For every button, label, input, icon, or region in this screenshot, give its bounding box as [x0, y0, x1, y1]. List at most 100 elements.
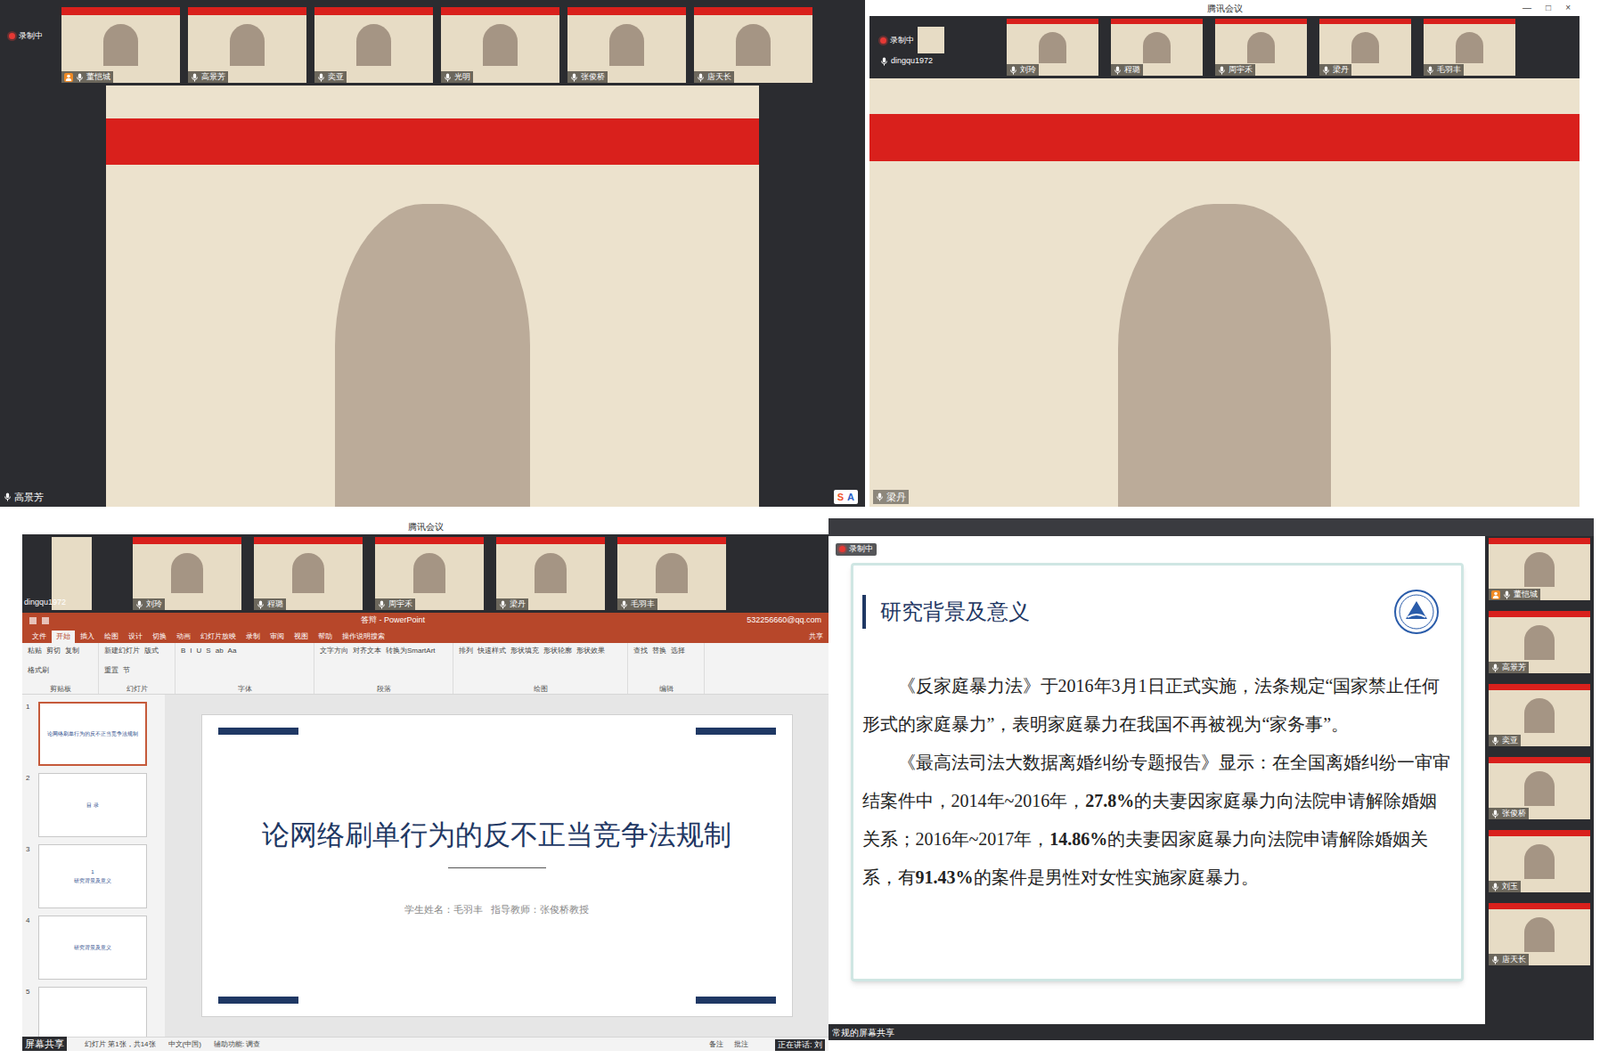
ribbon-button[interactable]: 文字方向 [319, 645, 349, 685]
ribbon-button[interactable]: 排列 [458, 645, 474, 685]
ribbon-button[interactable]: 形状填充 [510, 645, 539, 685]
ribbon-tab[interactable]: 录制 [241, 630, 265, 644]
ribbon-button[interactable]: 形状效果 [576, 645, 605, 685]
ribbon-button[interactable]: 替换 [652, 645, 667, 685]
ribbon-tab[interactable]: 文件 [27, 630, 51, 644]
ribbon-button[interactable]: 转换为SmartArt [385, 645, 436, 685]
participant-video[interactable]: 张俊桥 [1488, 757, 1591, 820]
slide-thumbnail[interactable]: 1论网络刷单行为的反不正当竞争法规制 [25, 702, 156, 767]
ime-toolbar[interactable]: SA [833, 489, 858, 506]
participant-video[interactable]: 刘玲 [132, 537, 242, 611]
ribbon-button[interactable]: 查找 [633, 645, 648, 685]
ribbon-tab[interactable]: 动画 [171, 630, 196, 644]
banner-strip [132, 537, 242, 545]
participant-video[interactable]: 毛羽丰 [617, 537, 727, 611]
recording-badge: 录制中 [8, 7, 54, 43]
meeting-screen-4: 录制中研究背景及意义《反家庭暴力法》于2016年3月1日正式实施，法条规定“国家… [828, 518, 1594, 1041]
slide-thumbnail[interactable]: 31研究背景及意义 [25, 844, 156, 909]
participant-strip: 录制中董恺城高景芳奕亚光明 张俊桥唐天长 [0, 0, 866, 86]
participant-figure [413, 553, 447, 594]
ppt-body: 1论网络刷单行为的反不正当竞争法规制2目 录31研究背景及意义4研究背景及意义 5… [22, 694, 829, 1037]
university-logo-icon [1393, 588, 1440, 636]
ribbon-button[interactable]: 剪切 [46, 645, 61, 665]
participant-video[interactable]: 奕亚 [314, 7, 433, 83]
ribbon-tab[interactable]: 插入 [75, 630, 99, 644]
ribbon-button[interactable]: U [196, 645, 203, 685]
ribbon-button[interactable]: 节 [122, 665, 131, 685]
ribbon-button[interactable]: 快速样式 [477, 645, 507, 685]
recording-dot [8, 32, 16, 40]
participant-video[interactable]: 唐天长 [1488, 903, 1591, 966]
ribbon-tab[interactable]: 操作说明搜索 [337, 630, 390, 644]
banner-strip [496, 537, 605, 545]
participant-label: 梁丹 [1319, 64, 1352, 76]
banner-strip [1215, 18, 1307, 25]
share-button[interactable]: 共享 [808, 630, 824, 644]
participant-video[interactable]: 刘玲 [1006, 18, 1099, 76]
participant-video[interactable]: 张俊桥 [567, 7, 686, 83]
ribbon-button[interactable]: Aa [228, 645, 237, 685]
microphone-icon [1113, 65, 1122, 75]
ribbon-tab[interactable]: 切换 [147, 630, 172, 644]
participant-video[interactable]: 董恺城 [1488, 538, 1591, 601]
ribbon-button[interactable]: I [189, 645, 192, 685]
participant-label: 光明 [440, 71, 474, 83]
ribbon-tab[interactable]: 开始 [51, 630, 75, 644]
ribbon-button[interactable]: 格式刷 [27, 665, 49, 685]
participant-video[interactable]: 梁丹 [496, 537, 605, 611]
ribbon-button[interactable]: S [205, 645, 211, 685]
participant-video[interactable]: 高景芳 [187, 7, 307, 83]
slide-thumbnails: 1论网络刷单行为的反不正当竞争法规制2目 录31研究背景及意义4研究背景及意义 5 [22, 694, 165, 1037]
participant-label: 毛羽丰 [617, 598, 658, 611]
status-button[interactable]: 备注 [709, 1039, 724, 1051]
ribbon-tab[interactable]: 审阅 [265, 630, 289, 644]
microphone-icon [696, 73, 705, 82]
ribbon-tab[interactable]: 绘图 [99, 630, 123, 644]
participant-figure [1524, 917, 1555, 953]
ribbon-tab[interactable]: 幻灯片放映 [195, 630, 241, 644]
participant-video[interactable]: 董恺城 [61, 7, 180, 83]
ribbon-button[interactable]: B [180, 645, 186, 685]
window-control-button[interactable]: × [1565, 0, 1571, 17]
participant-video[interactable]: 周宇禾 [1215, 18, 1307, 76]
participant-video[interactable]: 刘玉 [1488, 830, 1591, 893]
window-control-button[interactable]: □ [1545, 0, 1552, 17]
ribbon-button[interactable]: 复制 [65, 645, 80, 665]
ribbon-button[interactable]: 重置 [104, 665, 119, 685]
participant-video[interactable]: 奕亚 [1488, 684, 1591, 747]
participant-video[interactable]: 毛羽丰 [1423, 18, 1516, 76]
slide-thumbnail[interactable]: 4研究背景及意义 [25, 915, 156, 980]
microphone-icon [1491, 955, 1500, 965]
ribbon-button[interactable]: 形状轮廓 [543, 645, 572, 685]
participant-column: 董恺城高景芳奕亚张俊桥刘玉唐天长 [1485, 536, 1594, 1025]
ribbon-button[interactable]: 选择 [670, 645, 686, 685]
participant-video[interactable]: 程璐 [1110, 18, 1203, 76]
participant-video[interactable]: 周宇禾 [375, 537, 484, 611]
status-button[interactable]: 批注 [734, 1039, 749, 1051]
slide: 论网络刷单行为的反不正当竞争法规制学生姓名：毛羽丰 指导教师：张俊桥教授 [201, 714, 793, 1018]
slide-thumbnail[interactable]: 2目 录 [25, 773, 156, 838]
ribbon-button[interactable]: 粘贴 [27, 645, 42, 665]
microphone-icon [498, 600, 507, 610]
share-label: 屏幕共享 [22, 1036, 67, 1053]
ribbon-tab[interactable]: 帮助 [313, 630, 337, 644]
ribbon-button[interactable]: 版式 [144, 645, 159, 665]
participant-video[interactable]: 梁丹 [1319, 18, 1412, 76]
microphone-icon [875, 492, 884, 502]
microphone-icon [75, 73, 84, 82]
slide-thumbnail[interactable]: 5 [25, 987, 156, 1037]
banner-strip [1488, 611, 1591, 618]
microphone-icon [1322, 65, 1331, 75]
ribbon-tab[interactable]: 设计 [123, 630, 147, 644]
ribbon-tab[interactable]: 视图 [289, 630, 313, 644]
speaker-label: 梁丹 [873, 489, 909, 506]
window-control-button[interactable]: — [1522, 0, 1532, 17]
speaker-video [106, 85, 760, 507]
ribbon-button[interactable]: 对齐文本 [352, 645, 382, 685]
participant-video[interactable]: 唐天长 [693, 7, 813, 83]
ribbon-button[interactable]: ab [215, 645, 224, 685]
participant-video[interactable]: 程璐 [253, 537, 363, 611]
ribbon-button[interactable]: 新建幻灯片 [104, 645, 140, 665]
participant-video[interactable]: 光明 [440, 7, 560, 83]
participant-video[interactable]: 高景芳 [1488, 611, 1591, 674]
